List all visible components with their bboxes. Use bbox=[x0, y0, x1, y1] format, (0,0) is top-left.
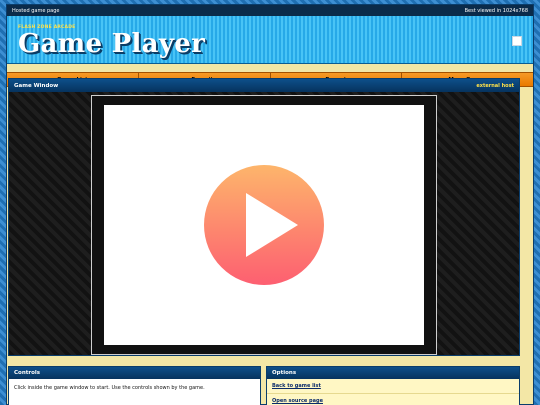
back-to-game-list-link[interactable]: Back to game list bbox=[267, 379, 519, 394]
controls-title: Controls bbox=[14, 370, 41, 376]
options-panel: Options Back to game list Open source pa… bbox=[266, 366, 520, 405]
play-button[interactable] bbox=[204, 165, 324, 285]
white-square-icon[interactable] bbox=[512, 36, 522, 46]
site-banner: FLASH ZONE ARCADE Game Player bbox=[7, 16, 533, 64]
controls-text: Click inside the game window to start. U… bbox=[14, 385, 205, 391]
options-title: Options bbox=[272, 370, 297, 376]
top-strip: Hosted game page Best viewed in 1024x768 bbox=[7, 5, 533, 16]
game-window-header: Game Window external host bbox=[9, 79, 519, 92]
game-window-title: Game Window bbox=[14, 82, 59, 89]
game-screen[interactable] bbox=[91, 95, 437, 355]
play-icon bbox=[246, 193, 298, 257]
open-source-page-link[interactable]: Open source page bbox=[267, 394, 519, 405]
external-host-link[interactable]: external host bbox=[476, 83, 514, 89]
game-window-panel: Game Window external host bbox=[8, 78, 520, 356]
controls-panel: Controls Click inside the game window to… bbox=[8, 366, 261, 405]
options-header: Options bbox=[267, 367, 519, 379]
best-viewed-label: Best viewed in 1024x768 bbox=[464, 7, 528, 14]
game-canvas[interactable] bbox=[104, 105, 424, 345]
hosted-label: Hosted game page bbox=[12, 7, 60, 14]
site-title: Game Player bbox=[18, 29, 206, 59]
game-stage bbox=[9, 92, 519, 355]
controls-header: Controls bbox=[9, 367, 260, 379]
